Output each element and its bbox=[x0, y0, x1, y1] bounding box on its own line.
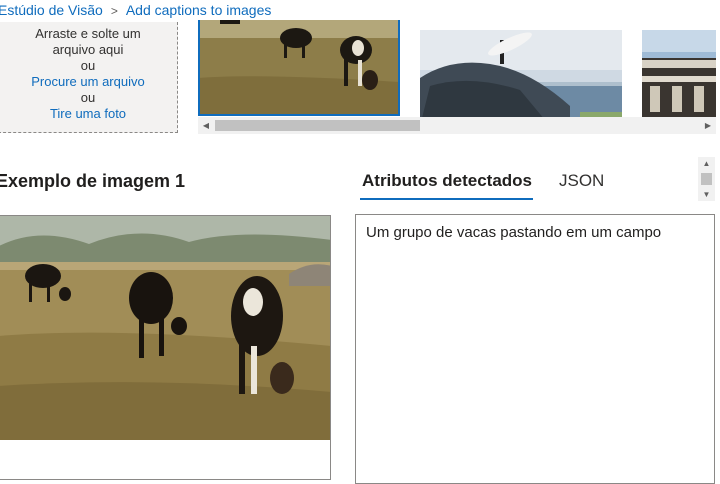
sample-image bbox=[0, 215, 331, 480]
thumbnails-scrollbar[interactable]: ◀ ▶ bbox=[198, 117, 716, 134]
surfer-thumbnail-icon bbox=[420, 30, 622, 120]
scroll-right-icon[interactable]: ▶ bbox=[700, 117, 716, 134]
drag-drop-text: Arraste e solte um arquivo aqui bbox=[35, 26, 141, 57]
results-scrollbar[interactable]: ▲ ▼ bbox=[698, 157, 715, 201]
scroll-down-icon[interactable]: ▼ bbox=[698, 188, 715, 201]
scroll-left-icon[interactable]: ◀ bbox=[198, 117, 214, 134]
caption-text: Um grupo de vacas pastando em um campo bbox=[366, 224, 662, 241]
upload-drop-zone[interactable]: Arraste e solte um arquivo aqui ou Procu… bbox=[0, 22, 178, 133]
breadcrumb-root-link[interactable]: Estúdio de Visão bbox=[0, 2, 103, 18]
breadcrumb: Estúdio de Visão > Add captions to images bbox=[0, 2, 271, 18]
tab-detected-attributes[interactable]: Atributos detectados bbox=[362, 171, 532, 191]
browse-file-link[interactable]: Procure um arquivo bbox=[0, 74, 177, 90]
or-text: ou bbox=[80, 58, 96, 73]
chevron-right-icon: > bbox=[110, 4, 118, 18]
sample-image-title: Exemplo de imagem 1 bbox=[0, 171, 186, 191]
detected-attributes-panel: Um grupo de vacas pastando em um campo bbox=[355, 214, 715, 484]
cows-thumbnail-icon bbox=[198, 20, 400, 116]
active-tab-indicator bbox=[360, 198, 533, 200]
scrollbar-thumb[interactable] bbox=[701, 173, 712, 185]
sample-thumbnails-strip bbox=[198, 20, 716, 120]
thumbnail-cows[interactable] bbox=[198, 20, 400, 116]
tab-json[interactable]: JSON bbox=[559, 171, 604, 191]
breadcrumb-current[interactable]: Add captions to images bbox=[126, 2, 272, 18]
thumbnail-building[interactable] bbox=[642, 30, 716, 120]
or-text: ou bbox=[80, 90, 96, 105]
building-thumbnail-icon bbox=[642, 30, 716, 120]
scroll-up-icon[interactable]: ▲ bbox=[698, 157, 715, 170]
scrollbar-thumb[interactable] bbox=[215, 120, 420, 131]
take-photo-link[interactable]: Tire uma foto bbox=[0, 106, 177, 122]
grazing-cows-image bbox=[0, 216, 330, 479]
thumbnail-surfer[interactable] bbox=[420, 30, 622, 120]
